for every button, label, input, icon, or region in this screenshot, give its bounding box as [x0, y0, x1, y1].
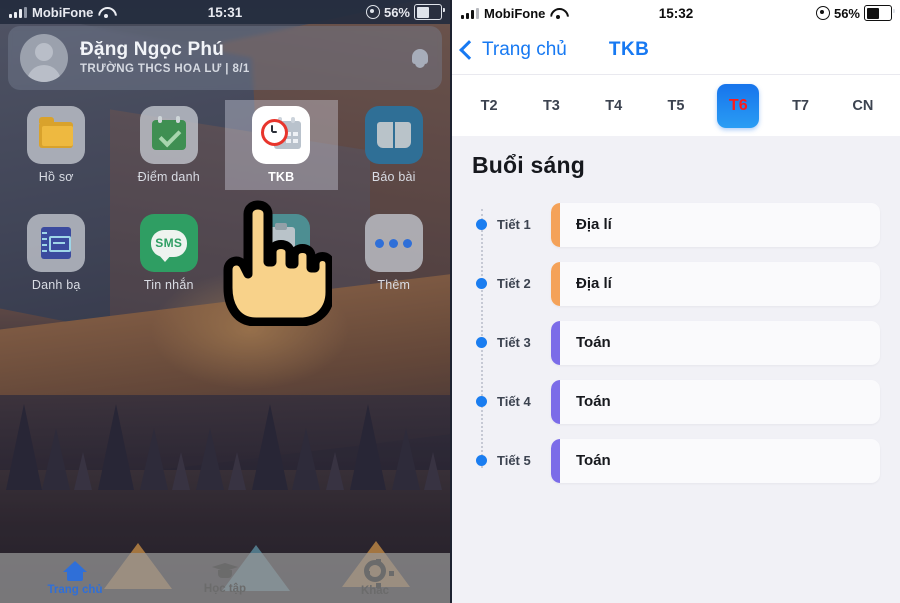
- battery-icon: [414, 4, 445, 20]
- subject-card[interactable]: Địa lí: [551, 202, 880, 247]
- subject-card[interactable]: Toán: [551, 320, 880, 365]
- subject-card[interactable]: Toán: [551, 438, 880, 483]
- notebook-icon: [27, 214, 86, 272]
- status-clock: 15:32: [658, 5, 694, 21]
- dual-phone-screenshot: MobiFone 15:31 56% Đặng Ngọc Phú TRƯỜNG …: [0, 0, 900, 603]
- tab-hoc-tap[interactable]: Học tập: [150, 553, 300, 603]
- app-label: Báo bài: [371, 170, 416, 184]
- navigation-bar: Trang chủ TKB: [452, 26, 900, 74]
- bottom-tab-bar: Trang chủ Học tập Khác: [0, 553, 450, 603]
- tab-khac[interactable]: Khác: [300, 553, 450, 603]
- app-diem-danh[interactable]: Điểm danh: [113, 100, 226, 190]
- app-danh-ba[interactable]: Danh bạ: [0, 208, 113, 298]
- period-label: Tiết 1: [497, 217, 531, 232]
- back-button[interactable]: Trang chủ: [459, 39, 567, 61]
- left-status-bar: MobiFone 15:31 56%: [0, 0, 450, 24]
- day-tab-t6[interactable]: T6: [717, 84, 760, 128]
- app-label: Danh bạ: [31, 278, 81, 292]
- subject-card[interactable]: Toán: [551, 379, 880, 424]
- schedule-content: Buổi sáng Tiết 1 Địa lí Tiết 2 Địa lí Ti…: [452, 136, 900, 603]
- app-label: Thêm: [377, 278, 411, 292]
- app-label: Hồ sơ: [38, 170, 74, 184]
- tab-label: Khác: [360, 584, 390, 597]
- tab-label: Học tập: [203, 583, 247, 595]
- home-icon: [63, 560, 87, 581]
- avatar: [20, 34, 68, 82]
- section-title: Buổi sáng: [472, 152, 585, 178]
- right-status-bar: MobiFone 15:32 56%: [452, 0, 900, 26]
- right-phone-tkb-screen: MobiFone 15:32 56% Trang chủ TKB T2 T3 T…: [450, 0, 900, 603]
- period-label: Tiết 2: [497, 276, 531, 291]
- clock-calendar-icon: [252, 106, 311, 164]
- left-phone-home-screen: MobiFone 15:31 56% Đặng Ngọc Phú TRƯỜNG …: [0, 0, 450, 603]
- subject-color-bar: [551, 438, 560, 483]
- sms-label: SMS: [150, 229, 187, 262]
- back-label: Trang chủ: [482, 39, 567, 60]
- period-timeline: Tiết 1 Địa lí Tiết 2 Địa lí Tiết 3 Toán …: [452, 195, 900, 490]
- timeline-dot-icon: [476, 396, 487, 407]
- graduation-cap-icon: [212, 561, 238, 580]
- timeline-dot-icon: [476, 278, 487, 289]
- period-row[interactable]: Tiết 1 Địa lí: [452, 195, 900, 254]
- hand-pointer-cursor: [223, 200, 332, 326]
- period-label: Tiết 5: [497, 453, 531, 468]
- tab-label: Trang chủ: [47, 583, 103, 596]
- subject-name: Toán: [576, 393, 611, 410]
- chevron-left-icon: [459, 40, 479, 60]
- page-title: TKB: [608, 39, 650, 60]
- sms-icon: SMS: [139, 214, 198, 272]
- day-tab-cn[interactable]: CN: [842, 84, 884, 128]
- period-row[interactable]: Tiết 4 Toán: [452, 372, 900, 431]
- bell-icon[interactable]: [410, 47, 430, 69]
- subject-color-bar: [551, 202, 560, 247]
- eye-icon: [365, 5, 380, 19]
- app-them[interactable]: Thêm: [338, 208, 451, 298]
- app-label: TKB: [268, 170, 295, 184]
- timeline-dot-icon: [476, 455, 487, 466]
- calendar-check-icon: [139, 106, 198, 164]
- subject-name: Toán: [576, 452, 611, 469]
- period-row[interactable]: Tiết 5 Toán: [452, 431, 900, 490]
- app-tin-nhan[interactable]: SMS Tin nhắn: [113, 208, 226, 298]
- folder-icon: [27, 106, 86, 164]
- subject-color-bar: [551, 320, 560, 365]
- period-label: Tiết 3: [497, 335, 531, 350]
- subject-color-bar: [551, 261, 560, 306]
- book-icon: [364, 106, 423, 164]
- subject-name: Địa lí: [576, 275, 612, 292]
- day-tab-t3[interactable]: T3: [530, 84, 572, 128]
- app-tkb[interactable]: TKB: [225, 100, 338, 190]
- subject-card[interactable]: Địa lí: [551, 261, 880, 306]
- day-tab-t5[interactable]: T5: [655, 84, 697, 128]
- battery-icon: [864, 5, 895, 21]
- day-tab-t2[interactable]: T2: [468, 84, 510, 128]
- more-dots-icon: [364, 214, 423, 272]
- day-tab-t4[interactable]: T4: [593, 84, 635, 128]
- app-bao-bai[interactable]: Báo bài: [338, 100, 451, 190]
- day-tab-t7[interactable]: T7: [780, 84, 822, 128]
- subject-color-bar: [551, 379, 560, 424]
- timeline-dot-icon: [476, 219, 487, 230]
- eye-icon: [815, 6, 830, 20]
- subject-name: Địa lí: [576, 216, 612, 233]
- app-label: Điểm danh: [137, 170, 200, 184]
- status-clock: 15:31: [207, 4, 243, 20]
- timeline-dot-icon: [476, 337, 487, 348]
- subject-name: Toán: [576, 334, 611, 351]
- tab-trang-chu[interactable]: Trang chủ: [0, 553, 150, 603]
- user-name: Đặng Ngọc Phú: [80, 39, 225, 61]
- user-school-class: TRƯỜNG THCS HOA LƯ | 8/1: [80, 63, 250, 76]
- gear-icon: [364, 558, 386, 582]
- app-label: Tin nhắn: [143, 278, 194, 292]
- period-row[interactable]: Tiết 3 Toán: [452, 313, 900, 372]
- app-ho-so[interactable]: Hồ sơ: [0, 100, 113, 190]
- user-header-card[interactable]: Đặng Ngọc Phú TRƯỜNG THCS HOA LƯ | 8/1: [8, 26, 442, 90]
- day-selector: T2 T3 T4 T5 T6 T7 CN: [452, 74, 900, 137]
- period-row[interactable]: Tiết 2 Địa lí: [452, 254, 900, 313]
- period-label: Tiết 4: [497, 394, 531, 409]
